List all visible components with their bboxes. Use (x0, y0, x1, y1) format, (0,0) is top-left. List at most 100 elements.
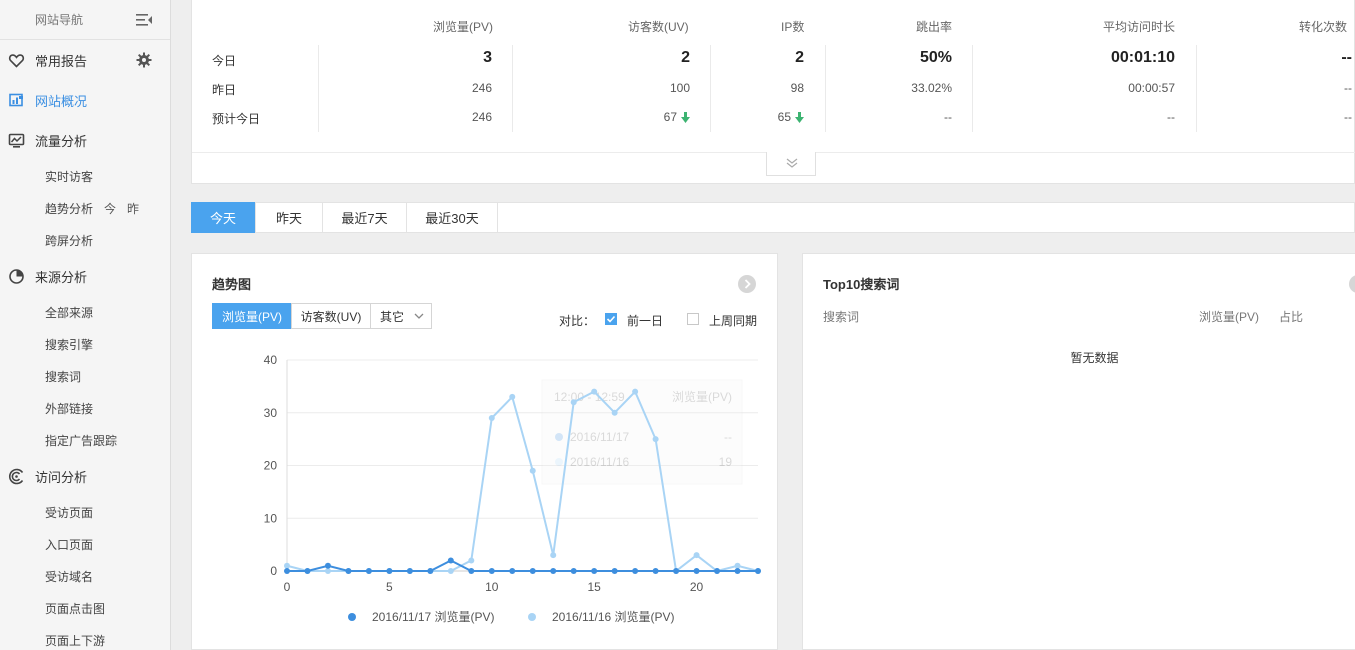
data-point (365, 568, 372, 574)
chevron-right-icon (744, 279, 751, 289)
data-point (550, 552, 557, 559)
today-duration: 00:01:10 (1110, 49, 1175, 66)
sidebar-subitem-label: 全部来源 (45, 305, 94, 320)
data-point (529, 467, 536, 474)
sidebar-item-click-map[interactable]: 页面点击图 (0, 592, 170, 624)
sidebar-item-common-reports[interactable]: 常用报告 (0, 40, 170, 80)
stats-header-conversions: 转化次数 (1299, 20, 1348, 34)
y-tick-label: 40 (264, 353, 278, 367)
data-point (591, 568, 598, 574)
stats-header-uv: 访客数(UV) (628, 20, 689, 34)
menu-collapse-icon[interactable] (135, 12, 153, 28)
arrow-down-icon (795, 111, 804, 123)
data-point (386, 568, 393, 574)
compare-last-week-label: 上周同期 (709, 314, 758, 328)
sidebar-item-visit-analysis[interactable]: 访问分析 (0, 456, 170, 496)
top10-detail-button[interactable] (1349, 275, 1355, 293)
sidebar-subitem-label: 搜索引擎 (45, 337, 94, 352)
sidebar-item-all-sources[interactable]: 全部来源 (0, 296, 170, 328)
date-range-tabs: 今天 昨天 最近7天 最近30天 (191, 202, 1355, 233)
data-point (406, 568, 413, 574)
analytics-app: 网站导航 常用报告 网站概况 流量分析 实时访客 趋势分析 今 昨 跨屏分析 来… (0, 0, 1355, 650)
data-point (447, 557, 454, 564)
trend-panel: 趋势图 浏览量(PV) 访客数(UV) 其它 对比： 前一日 上周同期 0 10 2… (191, 253, 778, 650)
gear-icon[interactable] (136, 52, 152, 68)
data-point (447, 568, 454, 574)
yesterday-uv: 100 (669, 81, 690, 95)
sidebar-item-visited-domains[interactable]: 受访域名 (0, 560, 170, 592)
data-point (632, 568, 639, 574)
compare-label: 对比： (559, 314, 596, 328)
spiral-icon (9, 468, 24, 485)
sidebar-subitem-label: 页面点击图 (45, 601, 106, 616)
trend-title: 趋势图 (212, 277, 252, 292)
column-divider (972, 45, 973, 132)
sidebar-item-page-flow[interactable]: 页面上下游 (0, 624, 170, 650)
data-point (611, 568, 618, 574)
data-point (652, 568, 659, 574)
stats-header-bounce: 跳出率 (916, 20, 953, 34)
sidebar-item-traffic-analysis[interactable]: 流量分析 (0, 120, 170, 160)
data-point (673, 568, 680, 574)
check-icon (606, 315, 616, 323)
sidebar-item-trend-analysis[interactable]: 趋势分析 今 昨 (0, 192, 170, 224)
data-point (324, 562, 331, 569)
forecast-uv: 67 (663, 110, 677, 124)
trend-line-chart: 0 10 20 30 40 0 5 10 15 20 12:00 - 12:59 浏览量(PV) 201… (264, 353, 761, 624)
sidebar-item-site-overview[interactable]: 网站概况 (0, 80, 170, 120)
sidebar-item-entry-pages[interactable]: 入口页面 (0, 528, 170, 560)
sidebar-subitem-label: 页面上下游 (45, 633, 106, 648)
tab-last-7-days[interactable]: 最近7天 (323, 202, 407, 233)
empty-state-text: 暂无数据 (1070, 351, 1119, 365)
sidebar-item-external-links[interactable]: 外部链接 (0, 392, 170, 424)
yesterday-bounce: 33.02% (911, 81, 952, 95)
legend-label: 2016/11/17 浏览量(PV) (372, 609, 495, 624)
metric-tab-pv[interactable]: 浏览量(PV) (212, 303, 292, 329)
stats-summary-panel: 浏览量(PV) 访客数(UV) IP数 跳出率 平均访问时长 转化次数 今日 3… (191, 0, 1355, 184)
yesterday-duration: 00:00:57 (1128, 81, 1175, 95)
today-shortcut-link[interactable]: 今 (104, 200, 116, 217)
trend-detail-button[interactable] (738, 275, 756, 293)
data-point (570, 568, 577, 574)
chevron-down-icon (414, 313, 424, 319)
forecast-ip-cell: 65 (690, 110, 804, 124)
data-point (345, 568, 352, 574)
tab-last-30-days[interactable]: 最近30天 (407, 202, 498, 233)
data-point (611, 409, 618, 416)
sidebar-item-realtime-visitors[interactable]: 实时访客 (0, 160, 170, 192)
data-point (468, 557, 475, 564)
today-ip: 2 (795, 49, 804, 66)
sidebar-nav: 网站导航 常用报告 网站概况 流量分析 实时访客 趋势分析 今 昨 跨屏分析 来… (0, 0, 171, 650)
sidebar-item-cross-screen[interactable]: 跨屏分析 (0, 224, 170, 256)
compare-prev-day-checkbox[interactable] (605, 313, 617, 325)
metric-tab-uv[interactable]: 访客数(UV) (291, 303, 371, 329)
sidebar-item-ad-tracking[interactable]: 指定广告跟踪 (0, 424, 170, 456)
tooltip-marker (555, 458, 563, 466)
yesterday-ip: 98 (790, 81, 804, 95)
sidebar-item-source-analysis[interactable]: 来源分析 (0, 256, 170, 296)
tab-today[interactable]: 今天 (191, 202, 256, 233)
forecast-pv: 246 (471, 110, 492, 124)
data-point (509, 568, 516, 574)
y-tick-label: 20 (264, 459, 278, 473)
tooltip-time: 12:00 - 12:59 (554, 390, 625, 404)
x-tick-label: 5 (386, 580, 393, 594)
tooltip-metric: 浏览量(PV) (672, 389, 732, 404)
compare-last-week-checkbox[interactable] (687, 313, 699, 325)
column-header-share: 占比 (1279, 310, 1304, 324)
y-tick-label: 0 (270, 564, 277, 578)
y-tick-label: 30 (264, 406, 278, 420)
sidebar-item-visited-pages[interactable]: 受访页面 (0, 496, 170, 528)
sidebar-subitem-label: 趋势分析 (45, 201, 94, 216)
sidebar-item-label: 访问分析 (35, 469, 88, 485)
sidebar-item-search-engines[interactable]: 搜索引擎 (0, 328, 170, 360)
data-point (591, 388, 598, 395)
tab-yesterday[interactable]: 昨天 (256, 202, 323, 233)
expand-stats-button[interactable] (766, 152, 816, 176)
yesterday-shortcut-link[interactable]: 昨 (127, 200, 139, 217)
sidebar-subitem-label: 受访页面 (45, 505, 94, 520)
stats-header-pv: 浏览量(PV) (433, 20, 494, 34)
sidebar-item-search-words[interactable]: 搜索词 (0, 360, 170, 392)
sidebar-subitem-label: 指定广告跟踪 (45, 433, 118, 448)
metric-dropdown-other[interactable]: 其它 (370, 303, 432, 329)
